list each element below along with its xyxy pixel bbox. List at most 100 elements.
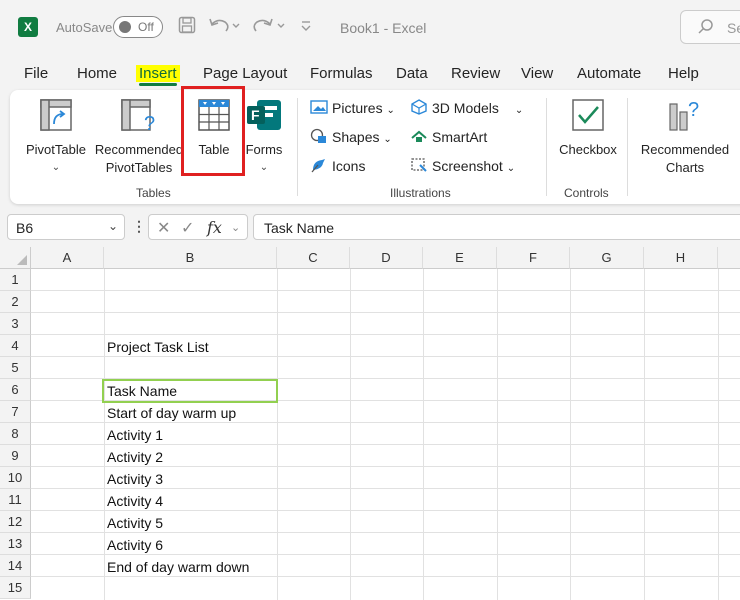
pictures-button[interactable]: Pictures ⌄: [310, 99, 395, 116]
cell-b14[interactable]: End of day warm down: [107, 556, 249, 578]
forms-button[interactable]: F Forms ⌄: [240, 98, 288, 177]
cell-b7[interactable]: Start of day warm up: [107, 402, 236, 424]
title-bar: X AutoSave Off Book1 - Excel Se: [0, 0, 740, 56]
chevron-down-icon: ⌄: [386, 105, 395, 116]
pivottable-icon: [20, 98, 92, 137]
row-header-12[interactable]: 12: [0, 511, 31, 533]
redo-icon[interactable]: [252, 16, 286, 39]
menu-view[interactable]: View: [521, 65, 553, 82]
menu-file[interactable]: File: [24, 65, 48, 82]
table-highlight-box: [181, 86, 245, 176]
controls-group-label: Controls: [564, 186, 609, 200]
recommended-pivottables-label-2: PivotTables: [105, 160, 173, 175]
forms-icon: F: [240, 98, 288, 137]
column-header-b[interactable]: B: [104, 247, 277, 269]
column-header-g[interactable]: G: [570, 247, 644, 269]
shapes-button[interactable]: Shapes ⌄: [310, 128, 392, 145]
menu-insert[interactable]: Insert: [136, 65, 180, 86]
menu-page-layout[interactable]: Page Layout: [203, 65, 287, 82]
gridline: [497, 269, 498, 600]
menu-review[interactable]: Review: [451, 65, 500, 82]
gridline: [31, 290, 740, 291]
menu-data[interactable]: Data: [396, 65, 428, 82]
formula-input[interactable]: Task Name: [253, 214, 740, 240]
undo-icon[interactable]: [208, 16, 242, 39]
column-header-a[interactable]: A: [31, 247, 104, 269]
row-header-13[interactable]: 13: [0, 533, 31, 555]
pictures-icon: [310, 99, 328, 115]
search-box[interactable]: Se: [680, 10, 740, 44]
spreadsheet-grid[interactable]: A B C D E F G H 1 2 3 4 5 6 7 8 9 10 11 …: [0, 247, 740, 600]
column-header-h[interactable]: H: [644, 247, 718, 269]
cell-b10[interactable]: Activity 3: [107, 468, 163, 490]
row-header-11[interactable]: 11: [0, 489, 31, 511]
row-header-9[interactable]: 9: [0, 445, 31, 467]
column-header-d[interactable]: D: [350, 247, 423, 269]
row-header-3[interactable]: 3: [0, 313, 31, 335]
row-header-10[interactable]: 10: [0, 467, 31, 489]
cell-b9[interactable]: Activity 2: [107, 446, 163, 468]
recommended-pivottables-button[interactable]: ? Recommended PivotTables: [92, 98, 186, 177]
toggle-knob: [119, 21, 131, 33]
menu-home[interactable]: Home: [77, 65, 117, 82]
ribbon-separator: [627, 98, 628, 196]
pivottable-label: PivotTable: [26, 142, 86, 157]
enter-icon[interactable]: ✓: [181, 218, 194, 238]
chevron-down-icon: ⌄: [514, 105, 524, 116]
row-header-5[interactable]: 5: [0, 357, 31, 379]
recommended-charts-button[interactable]: ? Recommended Charts: [634, 98, 736, 177]
menu-formulas[interactable]: Formulas: [310, 65, 373, 82]
chevron-down-icon[interactable]: ⌄: [108, 219, 118, 233]
cell-b4[interactable]: Project Task List: [107, 336, 209, 358]
row-header-1[interactable]: 1: [0, 269, 31, 291]
forms-label: Forms: [245, 142, 283, 157]
column-header-f[interactable]: F: [497, 247, 570, 269]
screenshot-button[interactable]: Screenshot ⌄: [410, 157, 515, 174]
cell-b11[interactable]: Activity 4: [107, 490, 163, 512]
column-header-i[interactable]: [718, 247, 740, 269]
cell-b12[interactable]: Activity 5: [107, 512, 163, 534]
3d-models-button[interactable]: 3D Models ⌄: [410, 99, 523, 116]
cube-icon: [410, 99, 428, 115]
save-icon[interactable]: [178, 16, 196, 39]
autosave-label: AutoSave: [56, 20, 113, 35]
3d-models-label: 3D Models: [432, 100, 499, 116]
row-header-14[interactable]: 14: [0, 555, 31, 577]
pivottable-button[interactable]: PivotTable ⌄: [20, 98, 92, 177]
cell-b8[interactable]: Activity 1: [107, 424, 163, 446]
menu-help[interactable]: Help: [668, 65, 699, 82]
smartart-button[interactable]: SmartArt: [410, 128, 487, 145]
formula-content: Task Name: [264, 220, 335, 236]
recommended-charts-label-2: Charts: [665, 160, 705, 175]
name-box-value: B6: [16, 220, 34, 236]
row-header-8[interactable]: 8: [0, 423, 31, 445]
insert-function-icon[interactable]: fx: [207, 218, 222, 237]
row-header-4[interactable]: 4: [0, 335, 31, 357]
svg-text:?: ?: [144, 113, 155, 132]
pictures-label: Pictures: [332, 100, 383, 116]
customize-qat-icon[interactable]: [300, 16, 312, 39]
chevron-down-icon[interactable]: ⌄: [231, 221, 240, 234]
select-all-corner[interactable]: [0, 247, 31, 269]
ribbon-separator: [546, 98, 547, 196]
excel-logo-icon: X: [18, 17, 38, 37]
more-options-icon[interactable]: ⋮: [132, 218, 146, 235]
name-box[interactable]: B6 ⌄: [7, 214, 125, 240]
chevron-down-icon: ⌄: [383, 134, 392, 145]
column-header-e[interactable]: E: [423, 247, 497, 269]
row-header-2[interactable]: 2: [0, 291, 31, 313]
checkbox-button[interactable]: Checkbox: [554, 98, 622, 159]
gridline: [350, 269, 351, 600]
row-header-6[interactable]: 6: [0, 379, 31, 401]
cancel-icon[interactable]: ✕: [157, 218, 170, 238]
menu-automate[interactable]: Automate: [577, 65, 641, 82]
cell-b13[interactable]: Activity 6: [107, 534, 163, 556]
formula-buttons: ✕ ✓ fx ⌄: [148, 214, 248, 240]
column-header-c[interactable]: C: [277, 247, 350, 269]
shapes-icon: [310, 128, 328, 144]
icons-button[interactable]: Icons: [310, 157, 365, 174]
row-header-15[interactable]: 15: [0, 577, 31, 599]
gridline: [718, 269, 719, 600]
row-header-7[interactable]: 7: [0, 401, 31, 423]
autosave-toggle[interactable]: Off: [113, 16, 163, 38]
